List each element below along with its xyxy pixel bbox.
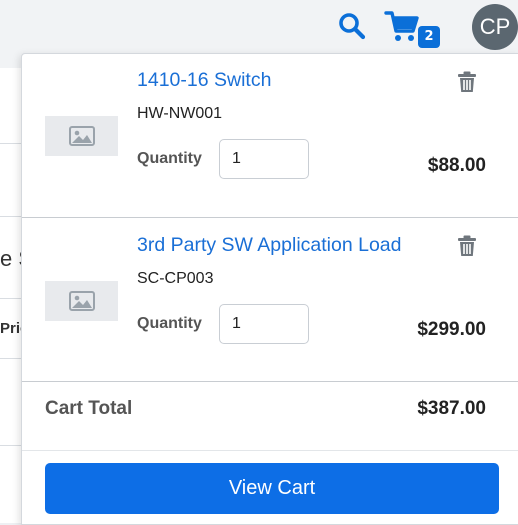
cart-item-sku: SC-CP003 [137,270,214,287]
cart-item: 1410-16 Switch HW-NW001 Quantity $88.00 [22,54,518,217]
user-avatar[interactable]: CP [472,4,518,50]
background-divider [0,445,22,446]
cart-total-label: Cart Total [45,398,133,419]
trash-icon[interactable] [457,235,477,257]
cart-item-title-link[interactable]: 3rd Party SW Application Load [137,234,401,257]
view-cart-button[interactable]: View Cart [45,463,499,514]
search-icon[interactable] [337,11,367,41]
background-content: e S Pric [0,68,22,523]
footer-divider [22,450,518,451]
cart-item-price: $88.00 [427,155,486,176]
background-divider [0,216,22,217]
mini-cart-dropdown: 1410-16 Switch HW-NW001 Quantity $88.00 [21,53,518,525]
quantity-label: Quantity [137,315,202,332]
product-image-placeholder-icon [45,281,118,321]
background-heading-fragment: e S [0,246,22,271]
background-column-fragment: Pric [0,320,22,337]
quantity-label: Quantity [137,150,202,167]
trash-icon[interactable] [457,71,477,93]
background-divider [0,298,22,299]
cart-item: 3rd Party SW Application Load SC-CP003 Q… [22,218,518,381]
cart-item-price: $299.00 [417,319,486,340]
product-image-placeholder-icon [45,116,118,156]
shopping-cart-icon[interactable] [384,10,420,44]
cart-count-badge: 2 [418,26,440,48]
background-divider [0,143,22,144]
quantity-input[interactable] [219,139,309,179]
background-divider [0,358,22,359]
cart-total-value: $387.00 [417,398,486,419]
total-divider [22,381,518,382]
cart-item-sku: HW-NW001 [137,105,223,122]
quantity-input[interactable] [219,304,309,344]
cart-item-title-link[interactable]: 1410-16 Switch [137,69,271,92]
